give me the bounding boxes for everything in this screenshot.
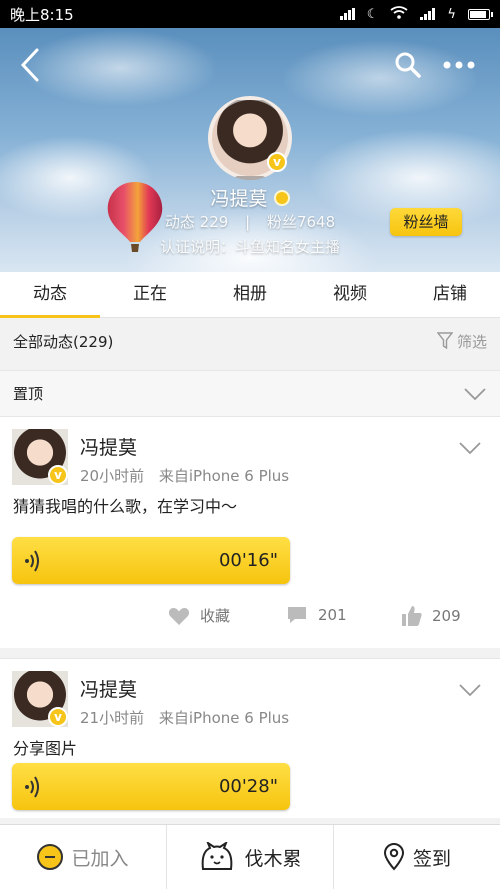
- voice-duration: 00'28": [218, 776, 278, 797]
- joined-label: 已加入: [71, 847, 129, 870]
- search-icon: [395, 52, 421, 78]
- post-time: 21小时前: [80, 709, 145, 727]
- verified-badge-icon: v: [48, 707, 68, 727]
- post-source: 来自iPhone 6 Plus: [158, 709, 290, 727]
- posts-count: 229: [199, 213, 229, 231]
- post-author[interactable]: 冯提莫: [80, 675, 137, 702]
- cell-signal-icon: [420, 8, 436, 20]
- sound-wave-icon: [25, 775, 39, 798]
- post-avatar[interactable]: v: [12, 671, 68, 727]
- profile-name-row: 冯提莫: [0, 184, 500, 211]
- funnel-icon: [436, 332, 453, 350]
- favorite-button[interactable]: 收藏: [168, 605, 230, 626]
- checkin-label: 签到: [412, 847, 451, 870]
- verified-badge-icon: v: [267, 152, 287, 172]
- post-card: v 冯提莫 21小时前 来自iPhone 6 Plus 分享图片 00'28": [0, 658, 500, 818]
- profile-header: v 冯提莫 动态 229 | 粉丝7648 认证说明：斗鱼知名女主播 粉丝墙: [0, 28, 500, 272]
- pinned-section[interactable]: 置顶: [0, 370, 500, 416]
- fans-count: 7648: [296, 213, 336, 231]
- like-count: 209: [432, 607, 461, 625]
- fans-count-label: 粉丝: [266, 213, 297, 231]
- battery-icon: [468, 8, 493, 20]
- thumbs-up-icon: [402, 606, 422, 626]
- tab-video[interactable]: 视频: [300, 272, 400, 317]
- certification-text: 认证说明：斗鱼知名女主播: [159, 238, 340, 256]
- profile-name: 冯提莫: [210, 188, 268, 210]
- post-source: 来自iPhone 6 Plus: [158, 467, 290, 485]
- gold-badge-icon: [273, 190, 290, 206]
- sound-wave-icon: [25, 549, 39, 572]
- filter-row: 全部动态(229) 筛选: [0, 319, 500, 363]
- group-label: 伐木累: [244, 847, 302, 870]
- post-meta: 20小时前 来自iPhone 6 Plus: [80, 465, 289, 486]
- search-button[interactable]: [393, 50, 423, 80]
- tab-album[interactable]: 相册: [200, 272, 300, 317]
- post-menu-chevron-icon[interactable]: [458, 683, 482, 697]
- post-author[interactable]: 冯提莫: [80, 433, 137, 460]
- post-meta: 21小时前 来自iPhone 6 Plus: [80, 707, 289, 728]
- location-pin-icon: [383, 843, 404, 871]
- pinned-label: 置顶: [13, 385, 44, 403]
- joined-button[interactable]: 已加入: [0, 825, 167, 889]
- wifi-icon: [390, 5, 408, 23]
- tab-dongtai[interactable]: 动态: [0, 272, 100, 318]
- comment-icon: [288, 607, 306, 623]
- voice-duration: 00'16": [218, 550, 278, 571]
- back-arrow-icon: [20, 48, 39, 82]
- charging-icon: ϟ: [447, 6, 456, 22]
- post-text: 猜猜我唱的什么歌，在学习中～: [13, 497, 238, 516]
- back-button[interactable]: [18, 48, 44, 82]
- like-button[interactable]: 209: [400, 605, 461, 627]
- comment-button[interactable]: 201: [286, 605, 347, 625]
- fan-wall-button[interactable]: 粉丝墙: [390, 208, 462, 236]
- verified-badge-icon: v: [48, 465, 68, 485]
- stats-divider: |: [245, 213, 251, 231]
- bottom-bar: 已加入 伐木累 签到: [0, 824, 500, 889]
- voice-message-button[interactable]: 00'28": [12, 763, 290, 810]
- group-button[interactable]: 伐木累: [167, 825, 334, 889]
- filter-label: 筛选: [456, 332, 487, 351]
- favorite-label: 收藏: [200, 607, 231, 625]
- post-actions: 收藏 201 209: [0, 595, 500, 635]
- status-bar: 晚上8:15 ☾ ϟ: [0, 0, 500, 28]
- post-time: 20小时前: [80, 467, 145, 485]
- post-text: 分享图片: [13, 739, 78, 758]
- tab-zhengzai[interactable]: 正在: [100, 272, 200, 317]
- profile-tabs: 动态 正在 相册 视频 店铺: [0, 272, 500, 318]
- status-time: 晚上8:15: [10, 5, 74, 24]
- more-button[interactable]: [440, 52, 478, 78]
- tab-shop[interactable]: 店铺: [400, 272, 500, 317]
- feed: v 冯提莫 20小时前 来自iPhone 6 Plus 猜猜我唱的什么歌，在学习…: [0, 416, 500, 818]
- checkin-button[interactable]: 签到: [334, 825, 500, 889]
- posts-count-label: 动态: [164, 213, 195, 231]
- post-card: v 冯提莫 20小时前 来自iPhone 6 Plus 猜猜我唱的什么歌，在学习…: [0, 416, 500, 648]
- chevron-down-icon[interactable]: [463, 387, 487, 401]
- filter-button[interactable]: 筛选: [436, 331, 487, 352]
- heart-icon: [168, 607, 190, 625]
- post-menu-chevron-icon[interactable]: [458, 441, 482, 455]
- moon-icon: ☾: [366, 6, 379, 22]
- signal-icon: [339, 8, 355, 20]
- comment-count: 201: [318, 606, 347, 624]
- all-posts-label: 全部动态(229): [13, 332, 114, 351]
- group-mascot-icon: [202, 842, 233, 870]
- joined-icon: [37, 844, 64, 870]
- more-dots-icon: [443, 61, 475, 69]
- voice-message-button[interactable]: 00'16": [12, 537, 290, 584]
- post-avatar[interactable]: v: [12, 429, 68, 485]
